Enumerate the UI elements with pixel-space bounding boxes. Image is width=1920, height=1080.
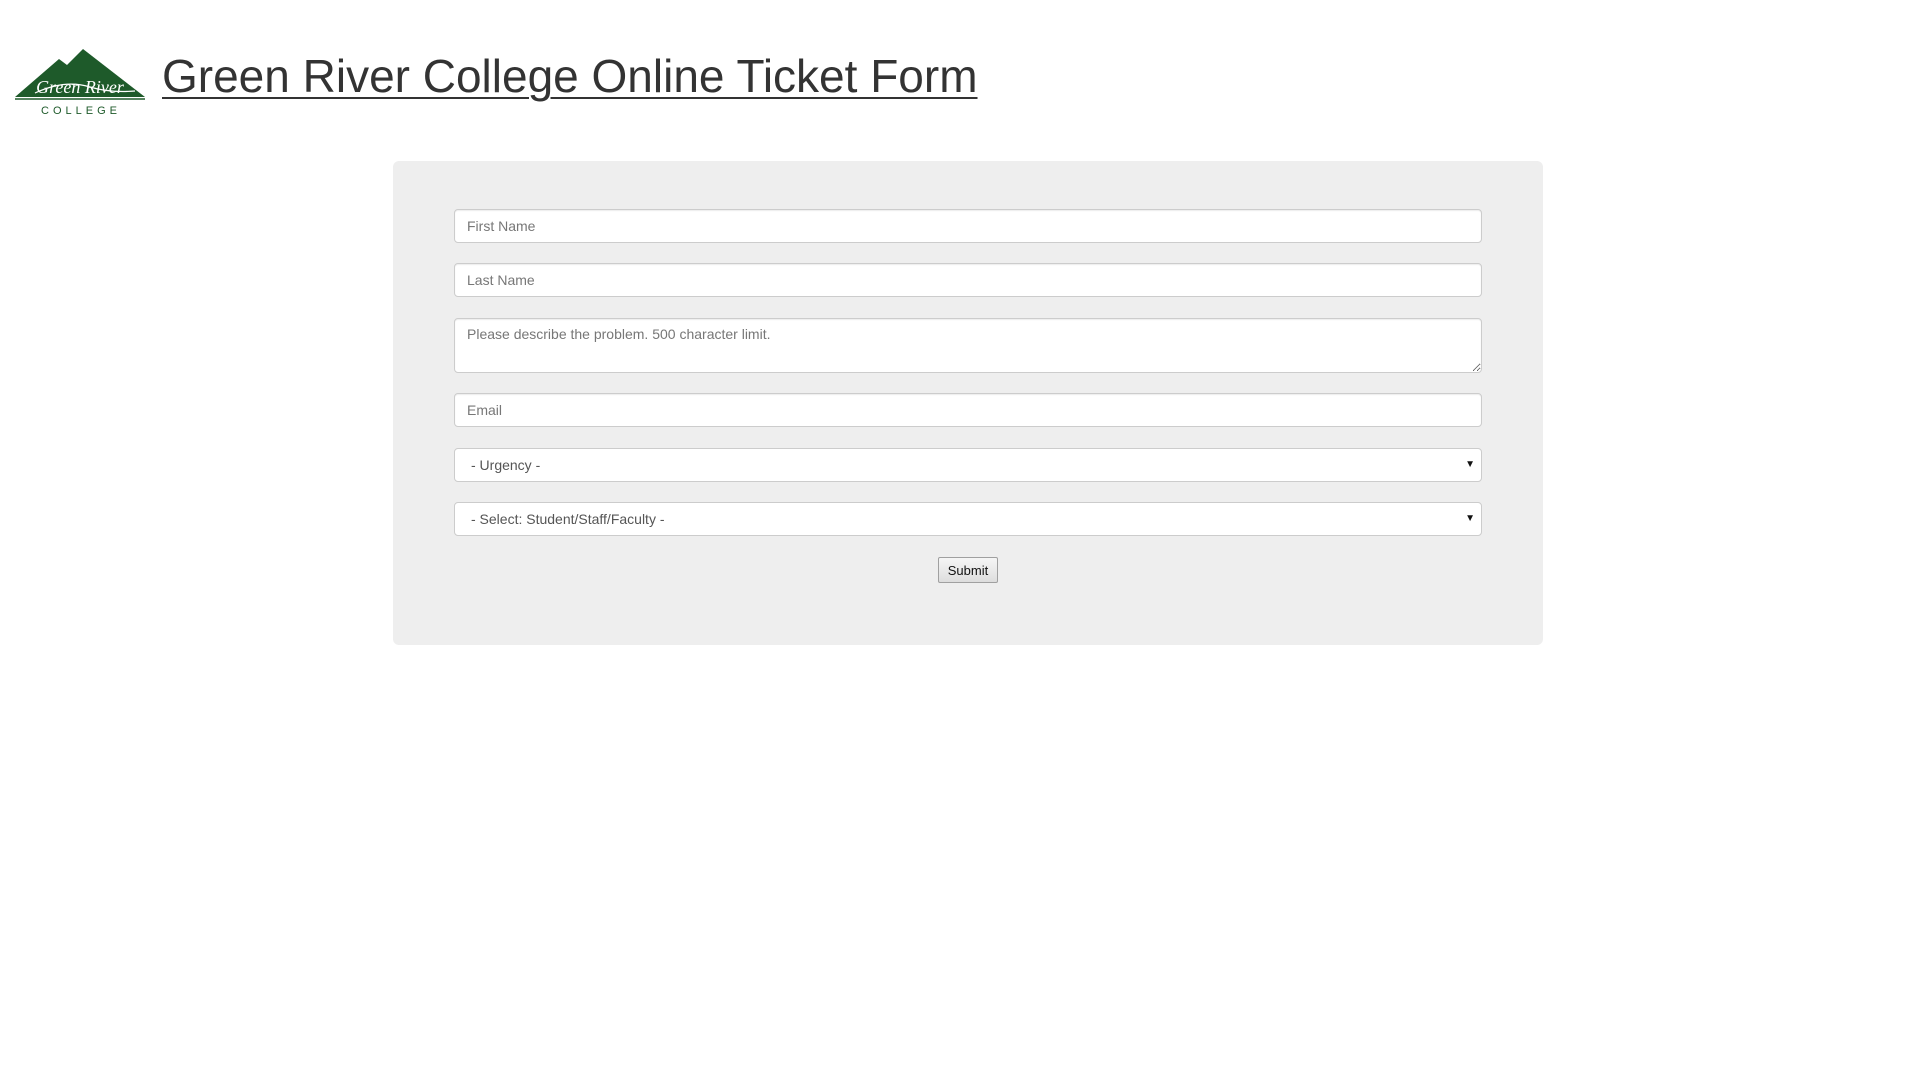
urgency-select[interactable]: - Urgency - ▼ xyxy=(454,448,1482,482)
page-title[interactable]: Green River College Online Ticket Form xyxy=(162,53,978,99)
role-select[interactable]: - Select: Student/Staff/Faculty - ▼ xyxy=(454,502,1482,536)
college-logo: Green River COLLEGE xyxy=(15,49,145,119)
submit-button[interactable]: Submit xyxy=(938,557,998,583)
email-input[interactable] xyxy=(454,393,1482,427)
problem-description-textarea[interactable] xyxy=(454,318,1482,373)
dropdown-arrow-icon: ▼ xyxy=(1465,513,1475,524)
first-name-input[interactable] xyxy=(454,209,1482,243)
logo-wordmark: Green River xyxy=(36,77,125,97)
dropdown-arrow-icon: ▼ xyxy=(1465,459,1475,470)
role-select-value: - Select: Student/Staff/Faculty - xyxy=(471,511,665,527)
mountain-logo-icon: Green River COLLEGE xyxy=(15,49,145,117)
ticket-form-panel: - Urgency - ▼ - Select: Student/Staff/Fa… xyxy=(393,161,1543,645)
urgency-select-value: - Urgency - xyxy=(471,457,541,473)
page-header: Green River COLLEGE Green River College … xyxy=(15,44,978,124)
logo-subtext: COLLEGE xyxy=(41,105,121,117)
last-name-input[interactable] xyxy=(454,263,1482,297)
